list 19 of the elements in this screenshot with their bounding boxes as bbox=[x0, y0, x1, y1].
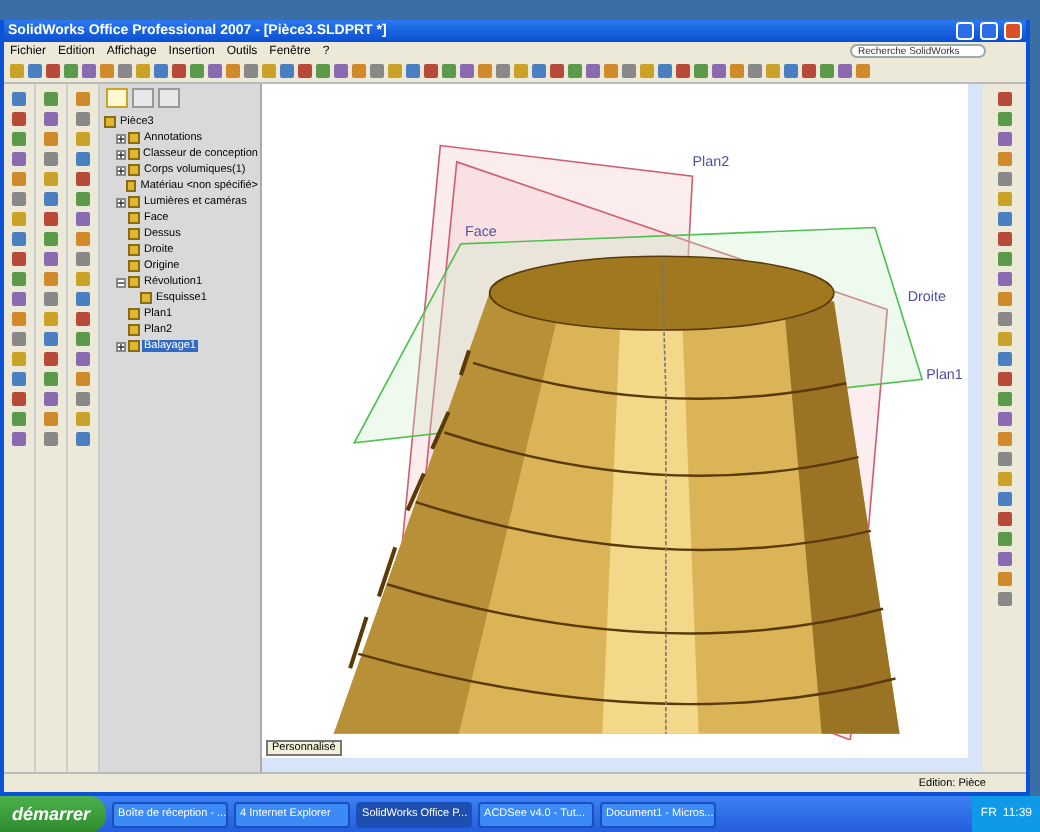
vertical-scrollbar[interactable] bbox=[968, 84, 982, 772]
expand-toggle[interactable] bbox=[116, 277, 126, 287]
expand-toggle[interactable] bbox=[116, 149, 126, 159]
plane-label: Plan2 bbox=[692, 154, 730, 170]
expand-toggle[interactable] bbox=[116, 197, 126, 207]
horizontal-scrollbar[interactable] bbox=[262, 758, 968, 772]
close-button[interactable] bbox=[1004, 22, 1022, 40]
expand-toggle[interactable] bbox=[116, 341, 126, 351]
plane-label: Face bbox=[464, 223, 497, 240]
panel-tab[interactable] bbox=[106, 88, 128, 108]
expand-toggle[interactable] bbox=[116, 165, 126, 175]
expand-toggle[interactable] bbox=[116, 133, 126, 143]
plane-label: Plan1 bbox=[926, 367, 963, 384]
plane-label: Droite bbox=[907, 289, 946, 306]
panel-tab[interactable] bbox=[158, 88, 180, 108]
panel-tab[interactable] bbox=[132, 88, 154, 108]
minimize-button[interactable] bbox=[956, 22, 974, 40]
part-icon bbox=[104, 116, 116, 128]
maximize-button[interactable] bbox=[980, 22, 998, 40]
